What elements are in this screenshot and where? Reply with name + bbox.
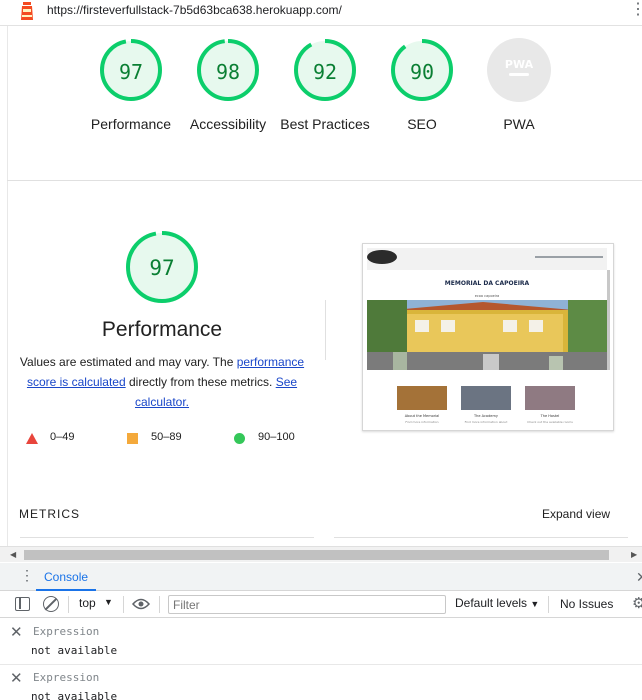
expression-label[interactable]: Expression [33,625,99,638]
drawer-tab-bar: ⋮ Console ✕ [0,563,642,591]
metrics-divider [20,537,314,538]
expression-value: not available [31,644,118,657]
clear-console-icon[interactable] [43,596,59,612]
gauge-performance[interactable]: 97 Performance [91,38,171,134]
gauge-label: Performance [90,116,172,132]
toolbar-separator [68,596,69,613]
gauge-accessibility[interactable]: 98 Accessibility [188,38,268,134]
chevron-down-icon[interactable]: ▼ [104,597,113,607]
remove-expression-icon[interactable]: ✕ [10,669,23,687]
console-toolbar: top ▼ Default levels ▼ No Issues ⚙ [0,591,642,618]
scrollbar-thumb[interactable] [24,550,609,560]
performance-gauge: 97 [122,230,202,310]
green-circle-icon [234,433,245,444]
issues-counter[interactable]: No Issues [560,597,613,611]
gauge-score: 90 [409,60,435,84]
context-selector[interactable]: top [79,596,96,610]
page-url[interactable]: https://firsteverfullstack-7b5d63bca638.… [47,3,342,17]
expression-value: not available [31,690,118,700]
performance-score: 97 [149,256,175,280]
final-screenshot[interactable]: MEMORIAL DA CAPOEIRA ecoa capoeira About… [362,243,614,431]
scroll-right-icon[interactable]: ▶ [631,550,637,559]
live-expression-eye-icon[interactable] [132,597,150,611]
orange-square-icon [127,433,138,444]
log-levels-label: Default levels [455,596,528,610]
expression-label[interactable]: Expression [33,671,99,684]
score-gauges: 97 Performance 98 Accessibility 92 Best … [0,38,642,178]
legend-range: 90–100 [258,431,295,443]
preview-card-title: The Academy [473,414,498,418]
chevron-down-icon: ▼ [530,599,540,609]
show-sidebar-icon[interactable] [15,597,30,611]
preview-card-sub: Find more information about [465,420,509,424]
preview-title: MEMORIAL DA CAPOEIRA [445,280,530,287]
preview-card-title: The Hostel [540,414,560,418]
drawer-menu-icon[interactable]: ⋮ [20,568,34,582]
close-drawer-icon[interactable]: ✕ [636,569,642,586]
preview-card-sub: Check out the available rooms [527,420,573,424]
gauge-score: 98 [215,60,241,84]
remove-expression-icon[interactable]: ✕ [10,623,23,641]
gear-icon[interactable]: ⚙ [632,596,642,611]
website-preview: MEMORIAL DA CAPOEIRA ecoa capoeira About… [363,244,613,430]
gauge-best-practices[interactable]: 92 Best Practices [280,38,370,134]
gauge-label: Best Practices [280,116,370,132]
desc-text: directly from these metrics. [125,375,276,389]
column-divider [325,300,326,360]
gauge-label: PWA [503,116,535,132]
section-divider [7,180,642,181]
lighthouse-logo-icon [21,2,33,20]
red-triangle-icon [26,433,38,444]
expand-view-toggle[interactable]: Expand view [542,507,610,521]
gauge-label: SEO [407,116,437,132]
filter-input[interactable] [168,595,446,614]
gauge-score: 97 [118,60,144,84]
log-levels-dropdown[interactable]: Default levels ▼ [455,596,539,610]
svg-text:PWA: PWA [505,58,534,71]
performance-description: Values are estimated and may vary. The p… [12,352,312,412]
preview-card-sub: Find more information [405,420,438,424]
gauge-label: Accessibility [189,116,267,132]
gauge-score: 92 [312,60,338,84]
more-options-icon[interactable]: ⋮ [630,2,642,18]
scroll-left-icon[interactable]: ◀ [10,550,16,559]
gauge-seo[interactable]: 90 SEO [382,38,462,134]
live-expression: ✕ Expression not available [0,665,642,700]
performance-title: Performance [101,318,223,341]
legend-range: 50–89 [151,431,182,443]
preview-subtitle: ecoa capoeira [475,294,500,298]
pwa-badge-icon: PWA [487,38,551,102]
gauge-pwa[interactable]: PWA PWA [479,38,559,134]
url-bar: https://firsteverfullstack-7b5d63bca638.… [0,0,642,26]
toolbar-separator [159,596,160,613]
metrics-heading: METRICS [19,507,80,521]
metrics-divider [334,537,628,538]
preview-card-title: About the Memorial [405,414,440,418]
horizontal-scrollbar[interactable]: ◀ ▶ [0,546,642,562]
desc-text: Values are estimated and may vary. The [19,355,237,369]
live-expression: ✕ Expression not available [0,619,642,665]
legend-range: 0–49 [50,431,75,443]
toolbar-separator [548,596,549,613]
toolbar-separator [123,596,124,613]
tab-console[interactable]: Console [36,563,97,591]
